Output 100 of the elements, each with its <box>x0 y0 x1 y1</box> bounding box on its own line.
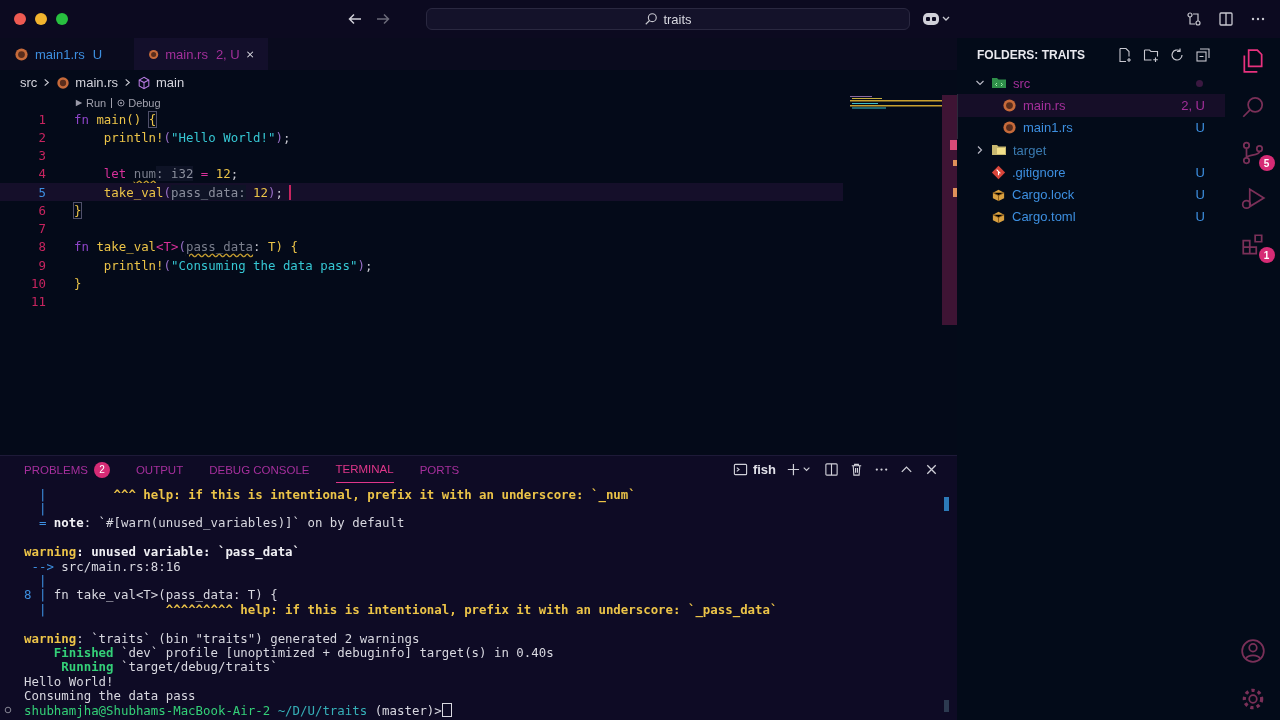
chevron-right-icon <box>975 145 985 156</box>
cargo-file-icon <box>991 187 1006 203</box>
file-name: main.rs <box>1023 97 1066 113</box>
editor-scrollbar[interactable] <box>942 95 957 325</box>
copilot-icon[interactable] <box>922 11 952 27</box>
command-search-field[interactable]: traits <box>426 8 910 30</box>
terminal-line: Hello World! <box>24 673 114 689</box>
breadcrumb-item[interactable]: src <box>20 75 38 90</box>
line-number: 8 <box>37 239 47 255</box>
text-cursor <box>288 184 291 200</box>
collapse-all-icon[interactable] <box>1195 47 1211 63</box>
file-status: 2, U <box>1181 97 1205 113</box>
code-line: } <box>74 275 82 291</box>
cube-icon <box>136 75 151 90</box>
code-line: let num: i32 = 12; <box>102 166 239 182</box>
panel-tab[interactable]: DEBUG CONSOLE <box>209 456 310 483</box>
terminal-line: = note: `#[warn(unused_variables)]` on by default <box>37 515 405 531</box>
split-layout-icon[interactable] <box>1218 11 1234 27</box>
terminal-line: warning: `traits` (bin "traits") generated 2 warnings <box>24 630 420 646</box>
run-link[interactable]: Run <box>86 97 107 109</box>
new-file-icon[interactable] <box>1117 47 1133 63</box>
line-number: 10 <box>30 275 47 291</box>
debug-link[interactable]: Debug <box>128 97 161 109</box>
terminal-line: | ^^^ help: if this is intentional, prefix it with an underscore: `_num` <box>37 486 636 502</box>
play-icon <box>75 99 83 107</box>
code-line: fn main() { <box>74 111 157 127</box>
prompt-marker-icon <box>4 706 12 715</box>
terminal-line: Consuming the data pass <box>24 688 196 704</box>
breadcrumb-item[interactable]: main.rs <box>75 75 118 90</box>
back-arrow-icon[interactable] <box>347 11 363 27</box>
compare-icon[interactable] <box>1186 11 1202 27</box>
close-window-button[interactable] <box>14 13 26 25</box>
tree-item[interactable]: src <box>957 72 1225 95</box>
editor-tab[interactable]: main1.rs U <box>0 38 134 70</box>
panel-tab[interactable]: PORTS <box>419 456 460 483</box>
panel-tab[interactable]: PROBLEMS 2 <box>24 456 110 483</box>
terminal-prompt: shubhamjha@Shubhams-MacBook-Air-2 ~/D/U/traits (master)> <box>24 702 442 718</box>
rust-file-icon <box>1002 120 1017 136</box>
tree-item[interactable]: Cargo.lock U <box>957 183 1225 206</box>
count-badge: 1 <box>1258 247 1275 263</box>
zoom-window-button[interactable] <box>56 13 68 25</box>
close-icon[interactable] <box>245 48 254 60</box>
tree-item[interactable]: target <box>957 138 1225 162</box>
extensions-view-icon[interactable] <box>1239 232 1266 258</box>
terminal-line: | ^^^^^^^^^ help: if this is intentional, prefix it with an underscore: `_pass_data` <box>37 601 778 617</box>
terminal-line: | <box>37 501 47 517</box>
rust-file-icon <box>56 75 71 90</box>
terminal-line: Finished `dev` profile [unoptimized + debuginfo] target(s) in 0.40s <box>53 645 554 660</box>
panel-tab[interactable]: OUTPUT <box>135 456 184 483</box>
search-icon <box>644 12 659 26</box>
cargo-file-icon <box>991 209 1006 225</box>
file-name: Cargo.toml <box>1012 209 1076 225</box>
code-line: } <box>74 202 82 218</box>
line-number: 9 <box>37 257 47 273</box>
editor-tab[interactable]: main.rs 2, U <box>134 38 268 70</box>
file-name: .gitignore <box>1012 164 1066 180</box>
terminal-cursor <box>441 703 452 718</box>
terminal-line: warning: unused variable: `pass_data` <box>24 544 300 560</box>
explorer-title: FOLDERS: TRAITS <box>977 48 1085 62</box>
split-terminal-icon[interactable] <box>824 462 839 477</box>
file-name: src <box>1013 75 1031 91</box>
debug-icon <box>117 99 126 107</box>
terminal-line: | <box>37 573 47 589</box>
panel-tab[interactable]: TERMINAL <box>335 456 394 483</box>
line-number: 5 <box>37 184 47 200</box>
terminal-line: Running `target/debug/traits` <box>60 659 278 675</box>
code-line: println!("Consuming the data pass"); <box>102 257 373 273</box>
rust-file-icon <box>1002 97 1017 113</box>
file-name: target <box>1013 142 1047 158</box>
tree-item[interactable]: Cargo.toml U <box>957 205 1225 229</box>
line-number: 4 <box>37 166 47 182</box>
line-number: 1 <box>37 111 47 127</box>
close-icon[interactable] <box>924 462 939 477</box>
code-line: take_val(pass_data: 12); <box>102 184 283 200</box>
file-name: Cargo.lock <box>1012 187 1075 203</box>
trash-icon[interactable] <box>849 462 864 477</box>
minimize-window-button[interactable] <box>35 13 47 25</box>
new-folder-icon[interactable] <box>1143 47 1159 63</box>
code-line: fn take_val<T>(pass_data: T) { <box>74 239 298 255</box>
line-number: 7 <box>37 221 47 237</box>
rust-file-icon <box>14 46 29 62</box>
breadcrumb-item[interactable]: main <box>155 75 185 90</box>
forward-arrow-icon[interactable] <box>375 11 391 27</box>
tree-item[interactable]: .gitignore U <box>957 161 1225 184</box>
terminal-line: --> src/main.rs:8:16 <box>31 558 181 574</box>
terminal-line: 8 | fn take_val<T>(pass_data: T) { <box>24 587 278 603</box>
refresh-icon[interactable] <box>1169 47 1185 63</box>
file-name: main1.rs <box>1023 120 1073 136</box>
line-number: 11 <box>30 294 47 310</box>
chevron-right-icon <box>42 78 52 87</box>
modified-dot-icon <box>1196 79 1203 87</box>
code-line: println!("Hello World!"); <box>102 129 291 145</box>
terminal-shell-name[interactable]: fish <box>752 462 776 477</box>
tree-item[interactable]: main.rs 2, U <box>957 94 1225 117</box>
terminal-icon <box>732 462 748 477</box>
file-status: U <box>1195 164 1205 180</box>
file-status: U <box>1195 187 1205 203</box>
file-status: U <box>1195 209 1205 225</box>
file-status: U <box>1195 120 1205 136</box>
count-badge: 5 <box>1258 155 1275 171</box>
